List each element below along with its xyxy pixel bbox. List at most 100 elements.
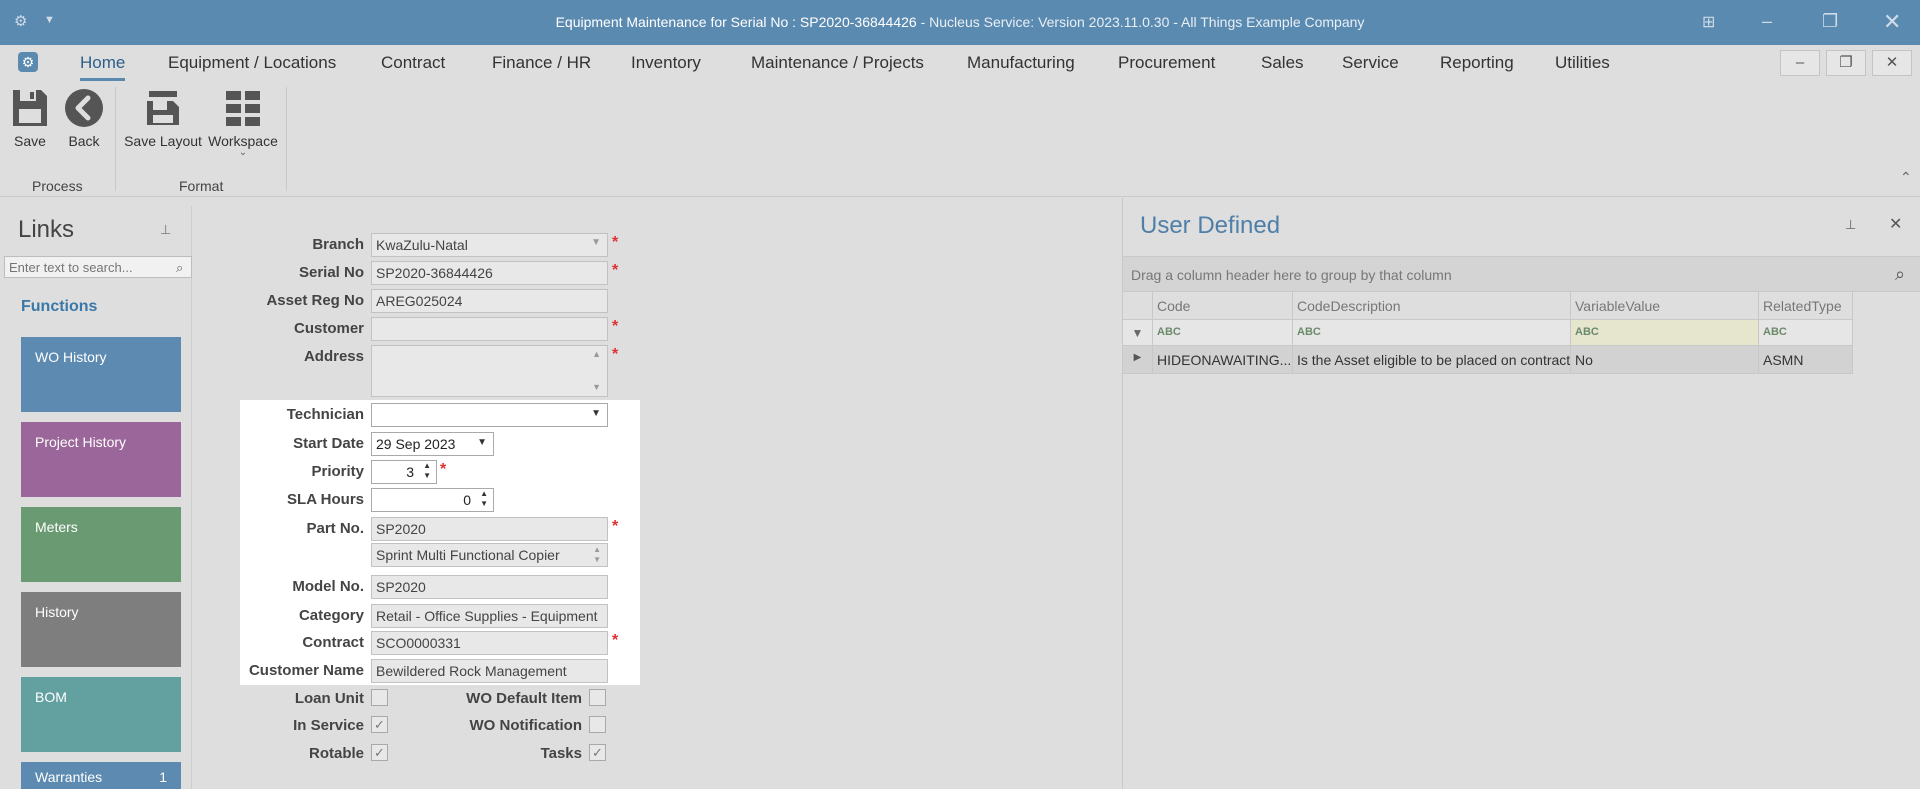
close-icon[interactable]: ✕ (1883, 9, 1901, 35)
menu-inventory[interactable]: Inventory (631, 53, 701, 73)
contract-label: Contract (302, 634, 364, 651)
tile-project-history[interactable]: Project History (21, 422, 181, 497)
customer-label: Customer (293, 320, 364, 337)
minimize-icon[interactable]: – (1762, 11, 1772, 32)
cell-codedescription[interactable]: Is the Asset eligible to be placed on co… (1293, 346, 1571, 374)
wo-notification-checkbox[interactable] (589, 716, 606, 733)
technician-select[interactable]: ▼ (371, 403, 608, 427)
filter-cell-code[interactable]: ABC (1153, 320, 1293, 346)
wo-default-item-label: WO Default Item (466, 690, 582, 707)
tasks-checkbox[interactable]: ✓ (589, 744, 606, 761)
links-search-input[interactable] (4, 256, 192, 278)
save-layout-button[interactable]: Save Layout (124, 87, 202, 149)
menu-procurement[interactable]: Procurement (1118, 53, 1215, 73)
part-no-field[interactable]: SP2020 (371, 517, 608, 541)
branch-value: KwaZulu-Natal (376, 237, 468, 253)
in-service-checkbox[interactable]: ✓ (371, 716, 388, 733)
menu-service[interactable]: Service (1342, 53, 1399, 73)
scroll-up-icon[interactable]: ▲ (592, 349, 601, 359)
required-marker: * (440, 461, 447, 478)
filter-cell-relatedtype[interactable]: ABC (1759, 320, 1853, 346)
filter-cell-variablevalue[interactable]: ABC (1571, 320, 1759, 346)
workspace-button[interactable]: Workspace ⌄ (208, 87, 278, 158)
maximize-icon[interactable]: ❐ (1822, 11, 1838, 32)
pin-icon[interactable]: ⊥ (160, 222, 171, 238)
links-title: Links (18, 216, 75, 243)
search-icon[interactable]: ⌕ (176, 260, 183, 276)
group-by-area[interactable]: Drag a column header here to group by th… (1123, 256, 1920, 292)
filter-cell-codedescription[interactable]: ABC (1293, 320, 1571, 346)
start-date-picker[interactable]: 29 Sep 2023 ▼ (371, 432, 494, 456)
spin-icon[interactable]: ▲ ▼ (423, 461, 431, 481)
app-menu-icon[interactable]: ⚙ (18, 52, 38, 72)
tile-label: History (35, 604, 79, 620)
collapse-ribbon-icon[interactable]: ⌃ (1900, 169, 1912, 186)
branch-select[interactable]: KwaZulu-Natal ▼ (371, 233, 608, 257)
asset-reg-no-field[interactable]: AREG025024 (371, 289, 608, 313)
save-layout-label: Save Layout (124, 133, 202, 149)
asset-reg-no-label: Asset Reg No (266, 292, 364, 309)
rotable-checkbox[interactable]: ✓ (371, 744, 388, 761)
contract-field[interactable]: SCO0000331 (371, 631, 608, 655)
part-description-field[interactable]: Sprint Multi Functional Copier ▲ ▼ (371, 543, 608, 567)
filter-icon[interactable]: ▼ (1123, 320, 1153, 346)
scroll-down-icon[interactable]: ▼ (592, 382, 601, 392)
minimize-button[interactable]: – (1780, 50, 1820, 76)
expand-row-icon[interactable]: ▶ (1123, 346, 1153, 374)
restore-layout-icon[interactable]: ⊞ (1702, 12, 1715, 32)
search-icon[interactable]: ⌕ (1895, 264, 1905, 285)
cell-code[interactable]: HIDEONAWAITING... (1153, 346, 1293, 374)
tile-history[interactable]: History (21, 592, 181, 667)
pin-icon[interactable]: ⊥ (1845, 217, 1856, 233)
tile-bom[interactable]: BOM (21, 677, 181, 752)
close-icon[interactable]: ✕ (1889, 214, 1902, 234)
part-no-label: Part No. (306, 520, 364, 537)
menu-manufacturing[interactable]: Manufacturing (967, 53, 1075, 73)
column-header-variablevalue[interactable]: VariableValue (1571, 292, 1759, 320)
customer-name-field[interactable]: Bewildered Rock Management (371, 659, 608, 683)
category-field[interactable]: Retail - Office Supplies - Equipment (371, 604, 608, 628)
title-bar: ⚙ ▼ Equipment Maintenance for Serial No … (0, 0, 1920, 45)
tasks-label: Tasks (540, 745, 582, 762)
menu-maintenance-projects[interactable]: Maintenance / Projects (751, 53, 924, 73)
restore-button[interactable]: ❐ (1826, 50, 1866, 76)
serial-no-field[interactable]: SP2020-36844426 (371, 261, 608, 285)
tile-meters[interactable]: Meters (21, 507, 181, 582)
scroll-icon[interactable]: ▲ ▼ (593, 545, 601, 565)
menu-reporting[interactable]: Reporting (1440, 53, 1514, 73)
menu-utilities[interactable]: Utilities (1555, 53, 1610, 73)
menu-home[interactable]: Home (80, 53, 126, 81)
spin-icon[interactable]: ▲ ▼ (480, 489, 488, 509)
window-title: Equipment Maintenance for Serial No : SP… (555, 14, 917, 30)
column-header-code[interactable]: Code (1153, 292, 1293, 320)
column-header-relatedtype[interactable]: RelatedType (1759, 292, 1853, 320)
menu-finance-hr[interactable]: Finance / HR (492, 53, 591, 73)
cell-relatedtype[interactable]: ASMN (1759, 346, 1853, 374)
wo-default-item-checkbox[interactable] (589, 689, 606, 706)
back-button[interactable]: Back (64, 87, 104, 149)
tile-warranties[interactable]: Warranties 1 (21, 762, 181, 789)
chevron-down-icon: ▼ (591, 237, 601, 248)
customer-field[interactable] (371, 317, 608, 341)
required-marker: * (612, 346, 619, 363)
menu-contract[interactable]: Contract (381, 53, 445, 73)
functions-label: Functions (21, 298, 98, 315)
cell-variablevalue[interactable]: No (1571, 346, 1759, 374)
menu-sales[interactable]: Sales (1261, 53, 1304, 73)
menu-equipment-locations[interactable]: Equipment / Locations (168, 53, 336, 73)
column-header-codedescription[interactable]: CodeDescription (1293, 292, 1571, 320)
model-no-label: Model No. (292, 578, 364, 595)
model-no-field[interactable]: SP2020 (371, 575, 608, 599)
chevron-down-icon: ▼ (477, 437, 487, 448)
close-button[interactable]: ✕ (1872, 50, 1912, 76)
sla-hours-stepper[interactable]: 0 ▲ ▼ (371, 488, 494, 512)
save-button[interactable]: Save (10, 87, 50, 149)
required-marker: * (612, 318, 619, 335)
tile-wo-history[interactable]: WO History (21, 337, 181, 412)
address-field[interactable]: ▲ ▼ (371, 345, 608, 397)
priority-stepper[interactable]: 3 ▲ ▼ (371, 460, 437, 484)
address-label: Address (303, 348, 364, 365)
tile-label: Meters (35, 519, 78, 535)
loan-unit-checkbox[interactable] (371, 689, 388, 706)
ribbon: Save Back Save Layout Workspace ⌄ Proces… (0, 81, 1920, 197)
